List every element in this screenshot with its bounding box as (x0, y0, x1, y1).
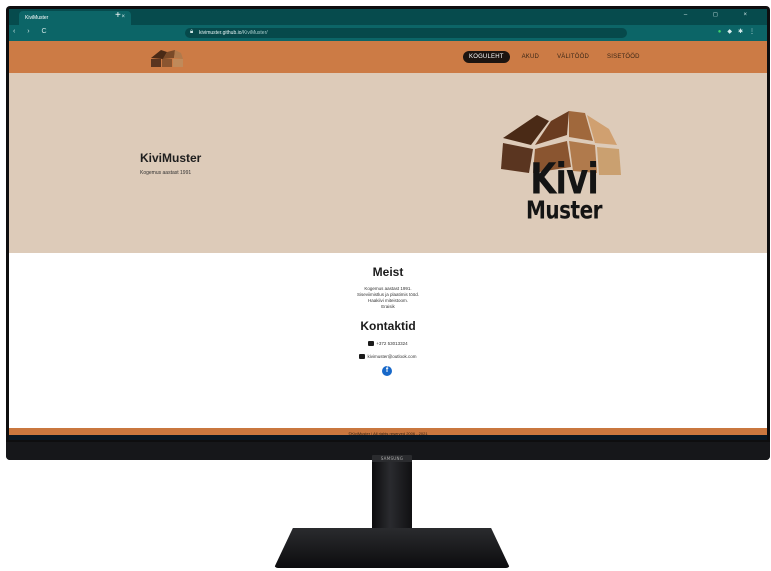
os-taskbar (9, 435, 767, 440)
extension-icons[interactable]: ●◆✱⋮ (718, 28, 761, 35)
menu-item-kouleht[interactable]: KOGULEHT (463, 51, 510, 63)
content-section: Meist Kogemus aastast 1991. Siseviimistl… (9, 253, 767, 428)
envelope-icon (359, 354, 366, 360)
monitor-stand-base (274, 528, 510, 568)
tab-close-icon[interactable]: × (121, 14, 125, 20)
site-menu: KOGULEHT AKUD VÄLITÖÖD SISETÖÖD (463, 51, 646, 63)
phone-contact[interactable]: +372 53013324 (9, 341, 767, 347)
hero-title: KiviMuster (140, 151, 202, 165)
photo-scene: SAMSUNG KiviMuster × + – ◻ × ‹ › C 🔒︎ ki… (0, 0, 771, 571)
logo-word-kivi: Kivi (530, 154, 599, 205)
site-navbar: KOGULEHT AKUD VÄLITÖÖD SISETÖÖD (9, 41, 767, 73)
logo-wordmark: Kivi Muster (509, 154, 619, 225)
lock-icon: 🔒︎ (190, 29, 194, 35)
tab-title: KiviMuster (25, 15, 49, 21)
email-contact[interactable]: kivimuster@outlook.com (9, 354, 767, 360)
nav-buttons[interactable]: ‹ › C (13, 28, 52, 35)
menu-item-akud[interactable]: AKUD (516, 51, 545, 63)
contacts-heading: Kontaktid (360, 319, 416, 333)
hero-subtitle: Kogemus aastast 1991 (140, 170, 192, 176)
browser-toolbar: ‹ › C 🔒︎ kivimuster.github.io/KiviMuster… (9, 25, 767, 41)
phone-icon (368, 341, 375, 347)
website: KOGULEHT AKUD VÄLITÖÖD SISETÖÖD KiviMust… (9, 41, 767, 440)
browser-tab-bar: KiviMuster × + – ◻ × (9, 9, 767, 25)
about-text: Kogemus aastast 1991. Siseviimistlus ja … (9, 286, 767, 310)
monitor-stand-neck (372, 462, 412, 532)
email-address: kivimuster@outlook.com (367, 354, 417, 359)
new-tab-icon[interactable]: + (115, 10, 121, 21)
phone-number: +372 53013324 (376, 341, 408, 346)
about-line: Eraisik (381, 304, 395, 309)
menu-item-valitood[interactable]: VÄLITÖÖD (551, 51, 595, 63)
site-logo-icon[interactable] (147, 46, 187, 68)
monitor-screen: KiviMuster × + – ◻ × ‹ › C 🔒︎ kivimuster… (9, 9, 767, 440)
menu-item-sisetood[interactable]: SISETÖÖD (601, 51, 646, 63)
about-heading: Meist (372, 265, 404, 279)
hero-section: KiviMuster Kogemus aastast 1991 Kivi Mus… (9, 73, 767, 253)
facebook-icon[interactable]: f (382, 366, 392, 376)
window-controls[interactable]: – ◻ × (684, 11, 759, 18)
url-text: kivimuster.github.io/KiviMuster/ (199, 30, 268, 36)
logo-word-muster: Muster (525, 194, 603, 225)
address-bar[interactable]: 🔒︎ kivimuster.github.io/KiviMuster/ (185, 28, 627, 38)
